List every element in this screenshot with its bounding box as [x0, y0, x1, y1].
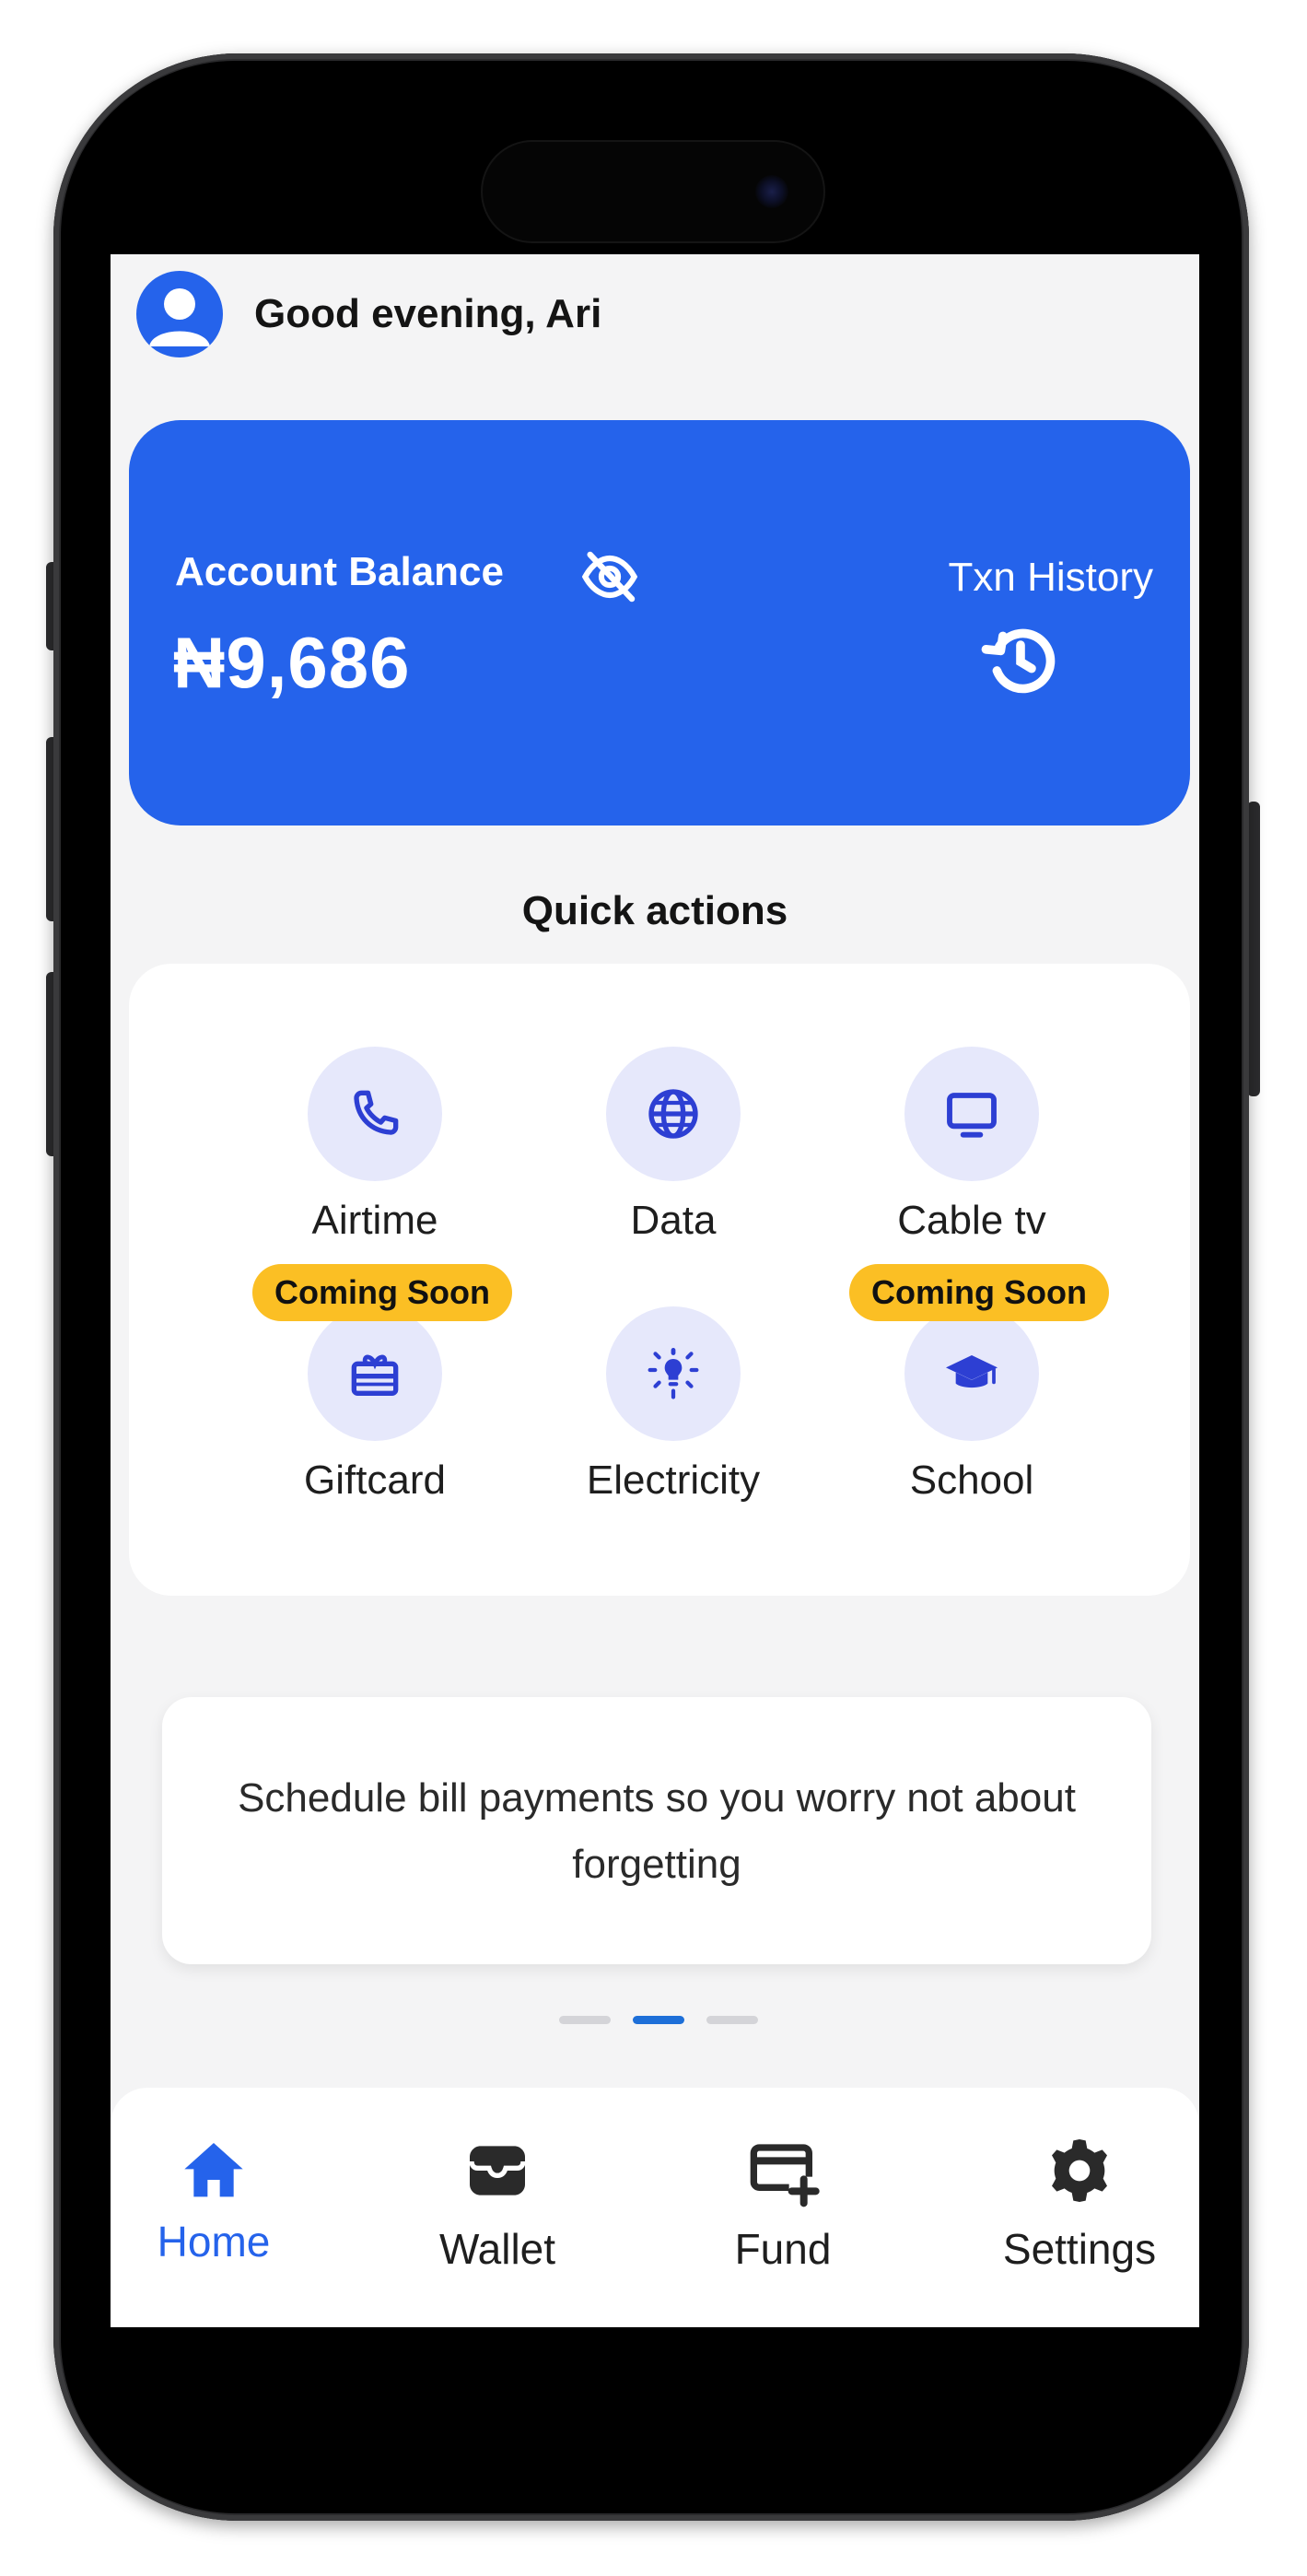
- wallet-icon: [469, 2146, 526, 2195]
- eye-off-icon[interactable]: [580, 547, 639, 606]
- nav-item-settings[interactable]: Settings: [978, 2134, 1181, 2281]
- history-icon: [981, 628, 1056, 694]
- power-button: [1247, 802, 1260, 1096]
- quick-action-cable-tv[interactable]: Cable tv: [811, 1047, 1105, 1268]
- balance-label: Account Balance: [175, 549, 504, 594]
- header: Good evening, Ari: [111, 254, 1199, 383]
- globe-icon: [648, 1089, 698, 1139]
- quick-action-electricity[interactable]: Electricity: [512, 1306, 807, 1528]
- nav-item-fund[interactable]: Fund: [682, 2134, 884, 2281]
- phone-icon: [354, 1090, 399, 1135]
- carousel-dot[interactable]: [559, 2016, 611, 2024]
- front-camera: [755, 175, 788, 208]
- quick-action-label: Cable tv: [897, 1198, 1046, 1243]
- tv-icon: [947, 1093, 997, 1138]
- quick-action-giftcard[interactable]: Coming Soon Giftcard: [214, 1264, 512, 1528]
- nav-label: Settings: [1002, 2225, 1157, 2273]
- quick-actions-title: Quick actions: [521, 888, 788, 933]
- home-icon: [184, 2143, 243, 2197]
- nav-item-home[interactable]: Home: [112, 2134, 315, 2281]
- banner-text: Schedule bill payments so you worry not …: [238, 1775, 1076, 1887]
- coming-soon-badge: Coming Soon: [252, 1264, 512, 1321]
- nav-label: Home: [157, 2218, 271, 2266]
- txn-history-label: Txn History: [948, 555, 1153, 600]
- quick-action-data[interactable]: Data: [512, 1047, 807, 1268]
- app-screen: Good evening, Ari Account Balance ₦9,686…: [111, 254, 1199, 2327]
- coming-soon-badge: Coming Soon: [849, 1264, 1109, 1321]
- txn-history-button[interactable]: Txn History: [895, 555, 1153, 694]
- carousel-indicator: [111, 2016, 1199, 2025]
- balance-amount: ₦9,686: [173, 622, 411, 703]
- quick-actions-card: Airtime Data Cable tv Coming Soon Giftca…: [129, 964, 1190, 1596]
- carousel-dot-active[interactable]: [633, 2016, 684, 2024]
- quick-action-airtime[interactable]: Airtime: [214, 1047, 508, 1268]
- nav-item-wallet[interactable]: Wallet: [396, 2134, 599, 2281]
- greeting: Good evening, Ari: [254, 291, 602, 336]
- gear-icon: [1052, 2139, 1107, 2202]
- quick-action-school[interactable]: Coming Soon School: [811, 1264, 1109, 1528]
- balance-card: Account Balance ₦9,686 Txn History: [129, 420, 1190, 825]
- carousel-dot[interactable]: [706, 2016, 758, 2024]
- lightbulb-icon: [648, 1348, 699, 1399]
- graduation-cap-icon: [946, 1355, 998, 1388]
- card-plus-icon: [750, 2144, 820, 2207]
- nav-label: Wallet: [438, 2225, 556, 2273]
- user-icon: [149, 288, 210, 346]
- quick-action-label: School: [909, 1458, 1034, 1503]
- bottom-nav: Home Wallet Fund Settings: [111, 2088, 1199, 2327]
- nav-label: Fund: [734, 2225, 832, 2273]
- avatar[interactable]: [136, 271, 223, 357]
- promo-banner[interactable]: Schedule bill payments so you worry not …: [162, 1697, 1151, 1964]
- gift-icon: [351, 1354, 399, 1396]
